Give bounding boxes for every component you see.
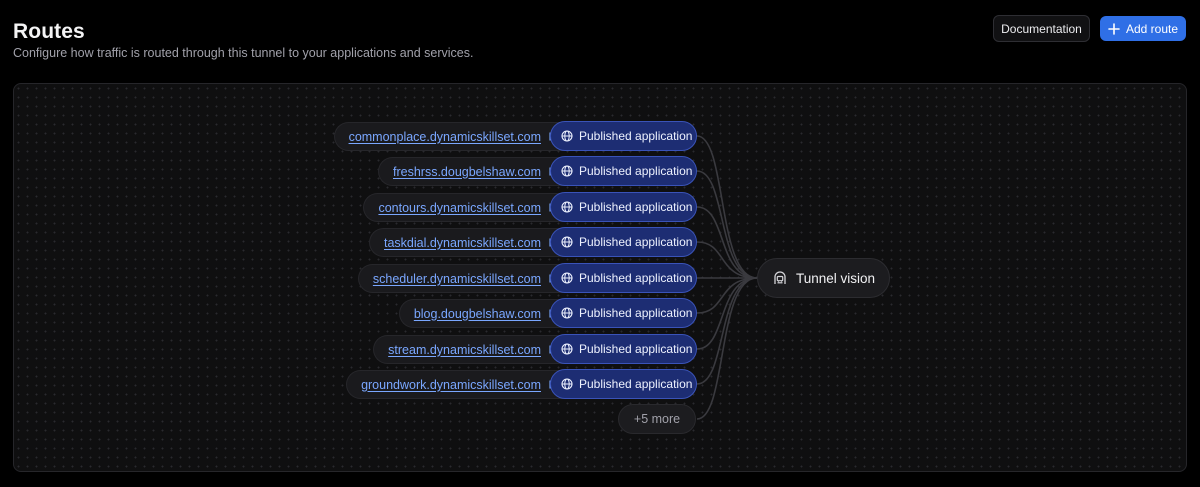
hostname-link[interactable]: blog.dougbelshaw.com xyxy=(414,307,541,321)
hostname-pill: freshrss.dougbelshaw.com xyxy=(378,157,571,186)
published-application-badge[interactable]: Published application xyxy=(550,298,697,328)
published-application-label: Published application xyxy=(579,342,693,356)
globe-icon xyxy=(561,165,573,177)
published-application-label: Published application xyxy=(579,271,693,285)
add-route-label: Add route xyxy=(1125,21,1179,36)
hostname-pill: stream.dynamicskillset.com xyxy=(373,335,571,364)
hostname-link[interactable]: contours.dynamicskillset.com xyxy=(378,201,541,215)
published-application-label: Published application xyxy=(579,164,693,178)
published-application-label: Published application xyxy=(579,377,693,391)
published-application-label: Published application xyxy=(579,200,693,214)
published-application-label: Published application xyxy=(579,235,693,249)
hostname-pill: taskdial.dynamicskillset.com xyxy=(369,228,571,257)
route-row: taskdial.dynamicskillset.com Published ap… xyxy=(14,227,1186,257)
globe-icon xyxy=(561,343,573,355)
published-application-badge[interactable]: Published application xyxy=(550,156,697,186)
hostname-link[interactable]: commonplace.dynamicskillset.com xyxy=(349,130,541,144)
route-row: scheduler.dynamicskillset.com Published a… xyxy=(14,263,1186,293)
published-application-badge[interactable]: Published application xyxy=(550,192,697,222)
route-edge xyxy=(696,170,758,279)
globe-icon xyxy=(561,130,573,142)
more-routes-button[interactable]: +5 more xyxy=(618,404,696,434)
published-application-label: Published application xyxy=(579,306,693,320)
tunnel-icon xyxy=(773,271,787,285)
route-row: stream.dynamicskillset.com Published appl… xyxy=(14,334,1186,364)
published-application-badge[interactable]: Published application xyxy=(550,334,697,364)
globe-icon xyxy=(561,272,573,284)
published-application-badge[interactable]: Published application xyxy=(550,227,697,257)
hostname-link[interactable]: stream.dynamicskillset.com xyxy=(388,343,541,357)
plus-icon xyxy=(1108,22,1120,35)
tunnel-name: Tunnel vision xyxy=(796,270,876,286)
hostname-link[interactable]: scheduler.dynamicskillset.com xyxy=(373,272,541,286)
globe-icon xyxy=(561,236,573,248)
hostname-pill: contours.dynamicskillset.com xyxy=(363,193,571,222)
globe-icon xyxy=(561,201,573,213)
globe-icon xyxy=(561,378,573,390)
hostname-link[interactable]: groundwork.dynamicskillset.com xyxy=(361,378,541,392)
route-row: contours.dynamicskillset.com Published ap… xyxy=(14,192,1186,222)
published-application-badge[interactable]: Published application xyxy=(550,369,697,399)
hostname-pill: scheduler.dynamicskillset.com xyxy=(357,264,571,293)
routes-canvas[interactable]: commonplace.dynamicskillset.com Published… xyxy=(13,83,1187,472)
tunnel-node[interactable]: Tunnel vision xyxy=(757,258,890,298)
hostname-pill: groundwork.dynamicskillset.com xyxy=(346,370,571,399)
hostname-pill: blog.dougbelshaw.com xyxy=(398,299,571,328)
hostname-link[interactable]: freshrss.dougbelshaw.com xyxy=(393,165,541,179)
published-application-badge[interactable]: Published application xyxy=(550,121,697,151)
route-row: commonplace.dynamicskillset.com Published… xyxy=(14,121,1186,151)
published-application-badge[interactable]: Published application xyxy=(550,263,697,293)
page-title: Routes xyxy=(13,20,85,43)
hostname-link[interactable]: taskdial.dynamicskillset.com xyxy=(384,236,541,250)
hostname-pill: commonplace.dynamicskillset.com xyxy=(333,122,571,151)
route-row: blog.dougbelshaw.com Published applicatio… xyxy=(14,298,1186,328)
documentation-button[interactable]: Documentation xyxy=(993,15,1090,42)
route-row: groundwork.dynamicskillset.com Published … xyxy=(14,369,1186,399)
add-route-button[interactable]: Add route xyxy=(1100,16,1186,41)
page-subtitle: Configure how traffic is routed through … xyxy=(13,46,474,60)
route-row: freshrss.dougbelshaw.com Published applic… xyxy=(14,156,1186,186)
published-application-label: Published application xyxy=(579,129,693,143)
globe-icon xyxy=(561,307,573,319)
